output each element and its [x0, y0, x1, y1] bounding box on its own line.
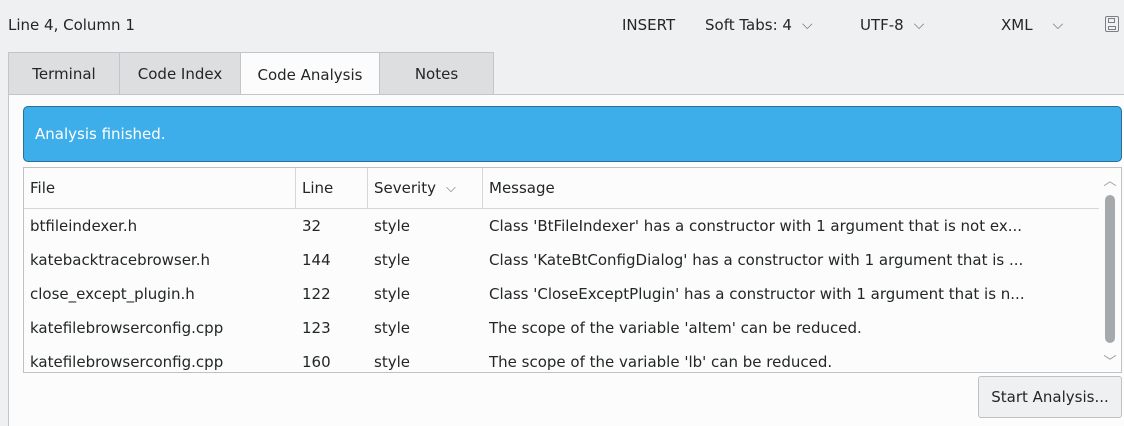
chevron-down-icon: ⌵: [1052, 17, 1064, 33]
table-row[interactable]: katebacktracebrowser.h 144 style Class '…: [24, 243, 1099, 277]
column-header-message[interactable]: Message: [483, 168, 1099, 208]
cell-severity: style: [374, 285, 410, 303]
status-bar: Line 4, Column 1 INSERT Soft Tabs: 4 ⌵ U…: [0, 0, 1124, 52]
cell-file: katebacktracebrowser.h: [30, 251, 210, 269]
cell-message: The scope of the variable 'lb' can be re…: [489, 353, 833, 371]
cell-file: btfileindexer.h: [30, 217, 138, 235]
cell-line: 123: [302, 319, 331, 337]
cell-severity: style: [374, 319, 410, 337]
tab-code-analysis[interactable]: Code Analysis: [240, 52, 379, 96]
chevron-down-icon: ⌵: [801, 17, 813, 33]
cell-severity: style: [374, 217, 410, 235]
vertical-scrollbar[interactable]: ︿ ﹀: [1099, 168, 1121, 372]
cell-line: 160: [302, 353, 331, 371]
chevron-down-icon[interactable]: ﹀: [1099, 351, 1121, 370]
cell-line: 32: [302, 217, 322, 235]
column-header-file[interactable]: File: [24, 168, 296, 208]
chevron-up-icon[interactable]: ︿: [1099, 170, 1121, 189]
table-row[interactable]: katefilebrowserconfig.cpp 123 style The …: [24, 311, 1099, 345]
status-banner: Analysis finished.: [23, 106, 1122, 162]
tab-terminal[interactable]: Terminal: [8, 52, 119, 94]
cell-file: katefilebrowserconfig.cpp: [30, 319, 224, 337]
column-header-line[interactable]: Line: [296, 168, 368, 208]
table-header: File Line Severity ⌵ Message: [24, 168, 1099, 209]
sort-down-icon: ⌵: [445, 180, 456, 196]
code-analysis-panel: Analysis finished. File Line Severity ⌵ …: [8, 94, 1124, 426]
encoding-label: UTF-8: [860, 16, 904, 34]
encoding-selector[interactable]: UTF-8 ⌵: [860, 16, 924, 34]
syntax-selector[interactable]: XML ⌵: [1001, 16, 1063, 34]
table-row[interactable]: close_except_plugin.h 122 style Class 'C…: [24, 277, 1099, 311]
cell-message: Class 'CloseExceptPlugin' has a construc…: [489, 285, 1025, 303]
cell-line: 144: [302, 251, 331, 269]
cursor-position[interactable]: Line 4, Column 1: [8, 16, 135, 34]
cell-line: 122: [302, 285, 331, 303]
cell-message: Class 'BtFileIndexer' has a constructor …: [489, 217, 1023, 235]
table-row[interactable]: btfileindexer.h 32 style Class 'BtFileIn…: [24, 209, 1099, 243]
tab-notes[interactable]: Notes: [379, 52, 494, 94]
table-row[interactable]: katefilebrowserconfig.cpp 160 style The …: [24, 345, 1099, 372]
cell-file: katefilebrowserconfig.cpp: [30, 353, 224, 371]
scrollbar-thumb[interactable]: [1105, 195, 1115, 343]
table-body: btfileindexer.h 32 style Class 'BtFileIn…: [24, 209, 1099, 372]
results-table: File Line Severity ⌵ Message btfileindex…: [23, 167, 1122, 373]
cell-severity: style: [374, 353, 410, 371]
indent-label: Soft Tabs: 4: [705, 16, 792, 34]
start-analysis-button[interactable]: Start Analysis...: [978, 376, 1122, 418]
syntax-label: XML: [1001, 16, 1033, 34]
status-message: Analysis finished.: [35, 125, 166, 143]
input-mode[interactable]: INSERT: [622, 16, 675, 34]
cell-message: Class 'KateBtConfigDialog' has a constru…: [489, 251, 1024, 269]
chevron-down-icon: ⌵: [913, 17, 925, 33]
cell-message: The scope of the variable 'aItem' can be…: [489, 319, 862, 337]
tab-code-index[interactable]: Code Index: [119, 52, 240, 94]
save-icon[interactable]: [1105, 16, 1119, 32]
cell-severity: style: [374, 251, 410, 269]
tool-tab-bar: Terminal Code Index Code Analysis Notes: [8, 52, 494, 96]
cell-file: close_except_plugin.h: [30, 285, 195, 303]
column-header-severity[interactable]: Severity ⌵: [368, 168, 483, 208]
severity-label: Severity: [374, 179, 436, 197]
indent-selector[interactable]: Soft Tabs: 4 ⌵: [705, 16, 813, 34]
